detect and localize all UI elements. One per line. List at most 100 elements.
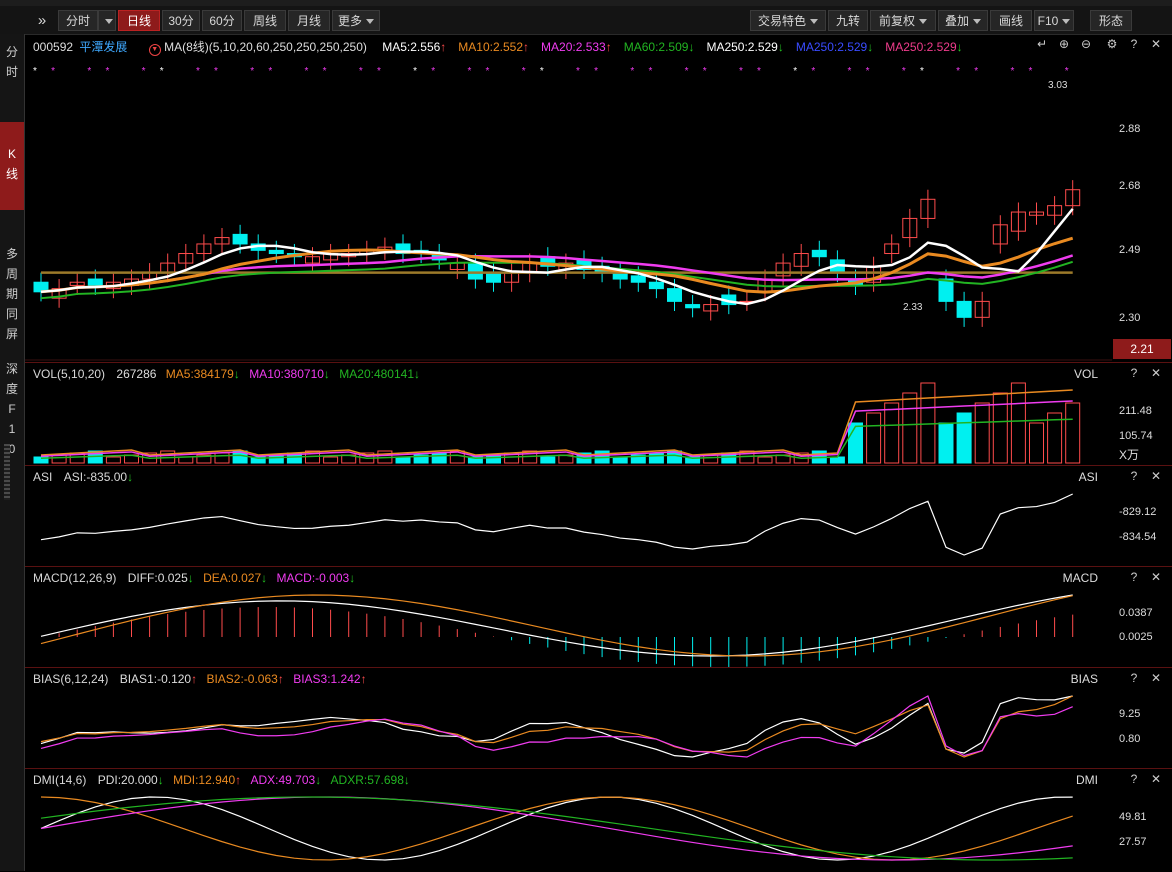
button-label: 叠加 bbox=[944, 14, 969, 28]
signal-star: * bbox=[793, 66, 797, 77]
period-month-button[interactable]: 月线 bbox=[288, 10, 330, 31]
button-label: 画线 bbox=[998, 14, 1023, 28]
period-60min-button[interactable]: 60分 bbox=[202, 10, 242, 31]
dmi-chart[interactable] bbox=[25, 769, 1112, 872]
chevron-down-icon bbox=[366, 19, 374, 25]
y-tick: 9.25 bbox=[1119, 708, 1141, 720]
signal-star: * bbox=[1029, 66, 1033, 77]
period-label: 周线 bbox=[252, 14, 277, 28]
candle-body bbox=[685, 304, 701, 309]
signal-star: * bbox=[920, 66, 924, 77]
y-tick: 211.48 bbox=[1119, 405, 1152, 417]
volume-bar bbox=[956, 412, 972, 464]
close-icon[interactable]: ✕ bbox=[1149, 366, 1163, 380]
close-icon[interactable]: ✕ bbox=[1149, 37, 1163, 51]
candle-body bbox=[648, 281, 664, 290]
asi-chart[interactable] bbox=[25, 466, 1112, 567]
help-icon[interactable]: ? bbox=[1127, 37, 1141, 51]
volume-bar bbox=[974, 402, 990, 464]
left-sidebar: 分时 K线 多周期同屏 深度F10 bbox=[0, 34, 25, 871]
button-label: 九转 bbox=[835, 14, 860, 28]
signal-star: * bbox=[811, 66, 815, 77]
close-icon[interactable]: ✕ bbox=[1149, 570, 1163, 584]
help-icon[interactable]: ? bbox=[1127, 671, 1141, 685]
signal-star: * bbox=[866, 66, 870, 77]
signal-star: * bbox=[1065, 66, 1069, 77]
y-tick: 27.57 bbox=[1119, 836, 1147, 848]
chevron-down-icon bbox=[919, 19, 927, 25]
period-30min-button[interactable]: 30分 bbox=[162, 10, 200, 31]
signal-star: * bbox=[142, 66, 146, 77]
button-label: 交易特色 bbox=[757, 14, 806, 28]
volume-bar bbox=[884, 402, 900, 464]
chevron-down-icon bbox=[973, 19, 981, 25]
vol-ma10-line bbox=[40, 400, 1073, 457]
trade-feature-button[interactable]: 交易特色 bbox=[750, 10, 826, 31]
close-icon[interactable]: ✕ bbox=[1149, 772, 1163, 786]
period-day-button[interactable]: 日线 bbox=[118, 10, 160, 31]
pattern-button[interactable]: 形态 bbox=[1090, 10, 1132, 31]
signal-star: * bbox=[214, 66, 218, 77]
bias1-line bbox=[40, 695, 1073, 758]
signal-star: * bbox=[974, 66, 978, 77]
close-icon[interactable]: ✕ bbox=[1149, 469, 1163, 483]
volume-bar bbox=[920, 382, 936, 464]
top-toolbar: » 分时 日线 30分 60分 周线 月线 更多 交易特色 九转 前复权 叠加 … bbox=[0, 0, 1172, 35]
period-label: 60分 bbox=[209, 14, 235, 28]
current-price-badge: 2.21 bbox=[1113, 339, 1171, 359]
overlay-button[interactable]: 叠加 bbox=[938, 10, 988, 31]
signal-star: * bbox=[323, 66, 327, 77]
macd-chart[interactable] bbox=[25, 567, 1112, 668]
sidebar-item-timeshare[interactable]: 分时 bbox=[0, 42, 24, 82]
candle-body bbox=[938, 278, 954, 302]
sidebar-item-kline[interactable]: K线 bbox=[0, 122, 24, 210]
adjust-button[interactable]: 前复权 bbox=[870, 10, 936, 31]
asi-panel: ASI ASI:-835.00↓ ASI ? ✕ -829.12 -834.54 bbox=[25, 465, 1172, 567]
y-tick: 2.30 bbox=[1119, 312, 1141, 324]
volume-bar bbox=[902, 392, 918, 464]
signal-star: * bbox=[540, 66, 544, 77]
kline-chart[interactable]: * * * * * * * * * * * * * * * * * * * * * * * * * * * * * * * * * * * * * * * bbox=[25, 34, 1112, 362]
bias-chart[interactable] bbox=[25, 668, 1112, 769]
vol-unit: X万 bbox=[1119, 448, 1140, 462]
help-icon[interactable]: ? bbox=[1127, 570, 1141, 584]
volume-bar bbox=[648, 452, 664, 464]
signal-star: * bbox=[87, 66, 91, 77]
minute-dropdown[interactable] bbox=[98, 10, 116, 31]
period-minute-button[interactable]: 分时 bbox=[58, 10, 98, 31]
nine-turn-button[interactable]: 九转 bbox=[828, 10, 868, 31]
signal-star: * bbox=[359, 66, 363, 77]
sidebar-item-multi-period[interactable]: 多周期同屏 bbox=[0, 244, 24, 344]
bias-panel: BIAS(6,12,24) BIAS1:-0.120↑ BIAS2:-0.063… bbox=[25, 667, 1172, 769]
volume-bar bbox=[431, 452, 447, 464]
ma60-line bbox=[40, 260, 1074, 300]
collapse-icon[interactable]: » bbox=[30, 10, 54, 31]
help-icon[interactable]: ? bbox=[1127, 469, 1141, 483]
candle-body bbox=[467, 262, 483, 280]
candle-body bbox=[232, 233, 248, 245]
signal-star: * bbox=[902, 66, 906, 77]
close-icon[interactable]: ✕ bbox=[1149, 671, 1163, 685]
period-week-button[interactable]: 周线 bbox=[244, 10, 286, 31]
volume-chart[interactable] bbox=[25, 363, 1112, 466]
signal-star: * bbox=[685, 66, 689, 77]
help-icon[interactable]: ? bbox=[1127, 772, 1141, 786]
pdi-line bbox=[40, 796, 1073, 861]
signal-star: * bbox=[522, 66, 526, 77]
signal-star: * bbox=[467, 66, 471, 77]
button-label: 前复权 bbox=[878, 14, 915, 28]
help-icon[interactable]: ? bbox=[1127, 366, 1141, 380]
chevron-down-icon bbox=[105, 19, 113, 25]
f10-button[interactable]: F10 bbox=[1034, 10, 1074, 31]
volume-panel: VOL(5,10,20) 267286 MA5:384179↓ MA10:380… bbox=[25, 362, 1172, 466]
more-periods-button[interactable]: 更多 bbox=[332, 10, 380, 31]
signal-star: * bbox=[648, 66, 652, 77]
volume-bar bbox=[214, 452, 230, 464]
signal-star: * bbox=[305, 66, 309, 77]
y-tick: 0.0387 bbox=[1119, 607, 1153, 619]
draw-line-button[interactable]: 画线 bbox=[990, 10, 1032, 31]
signal-star: * bbox=[757, 66, 761, 77]
candle-body bbox=[811, 249, 827, 258]
button-label: F10 bbox=[1037, 14, 1059, 28]
resize-handle[interactable] bbox=[4, 444, 10, 500]
